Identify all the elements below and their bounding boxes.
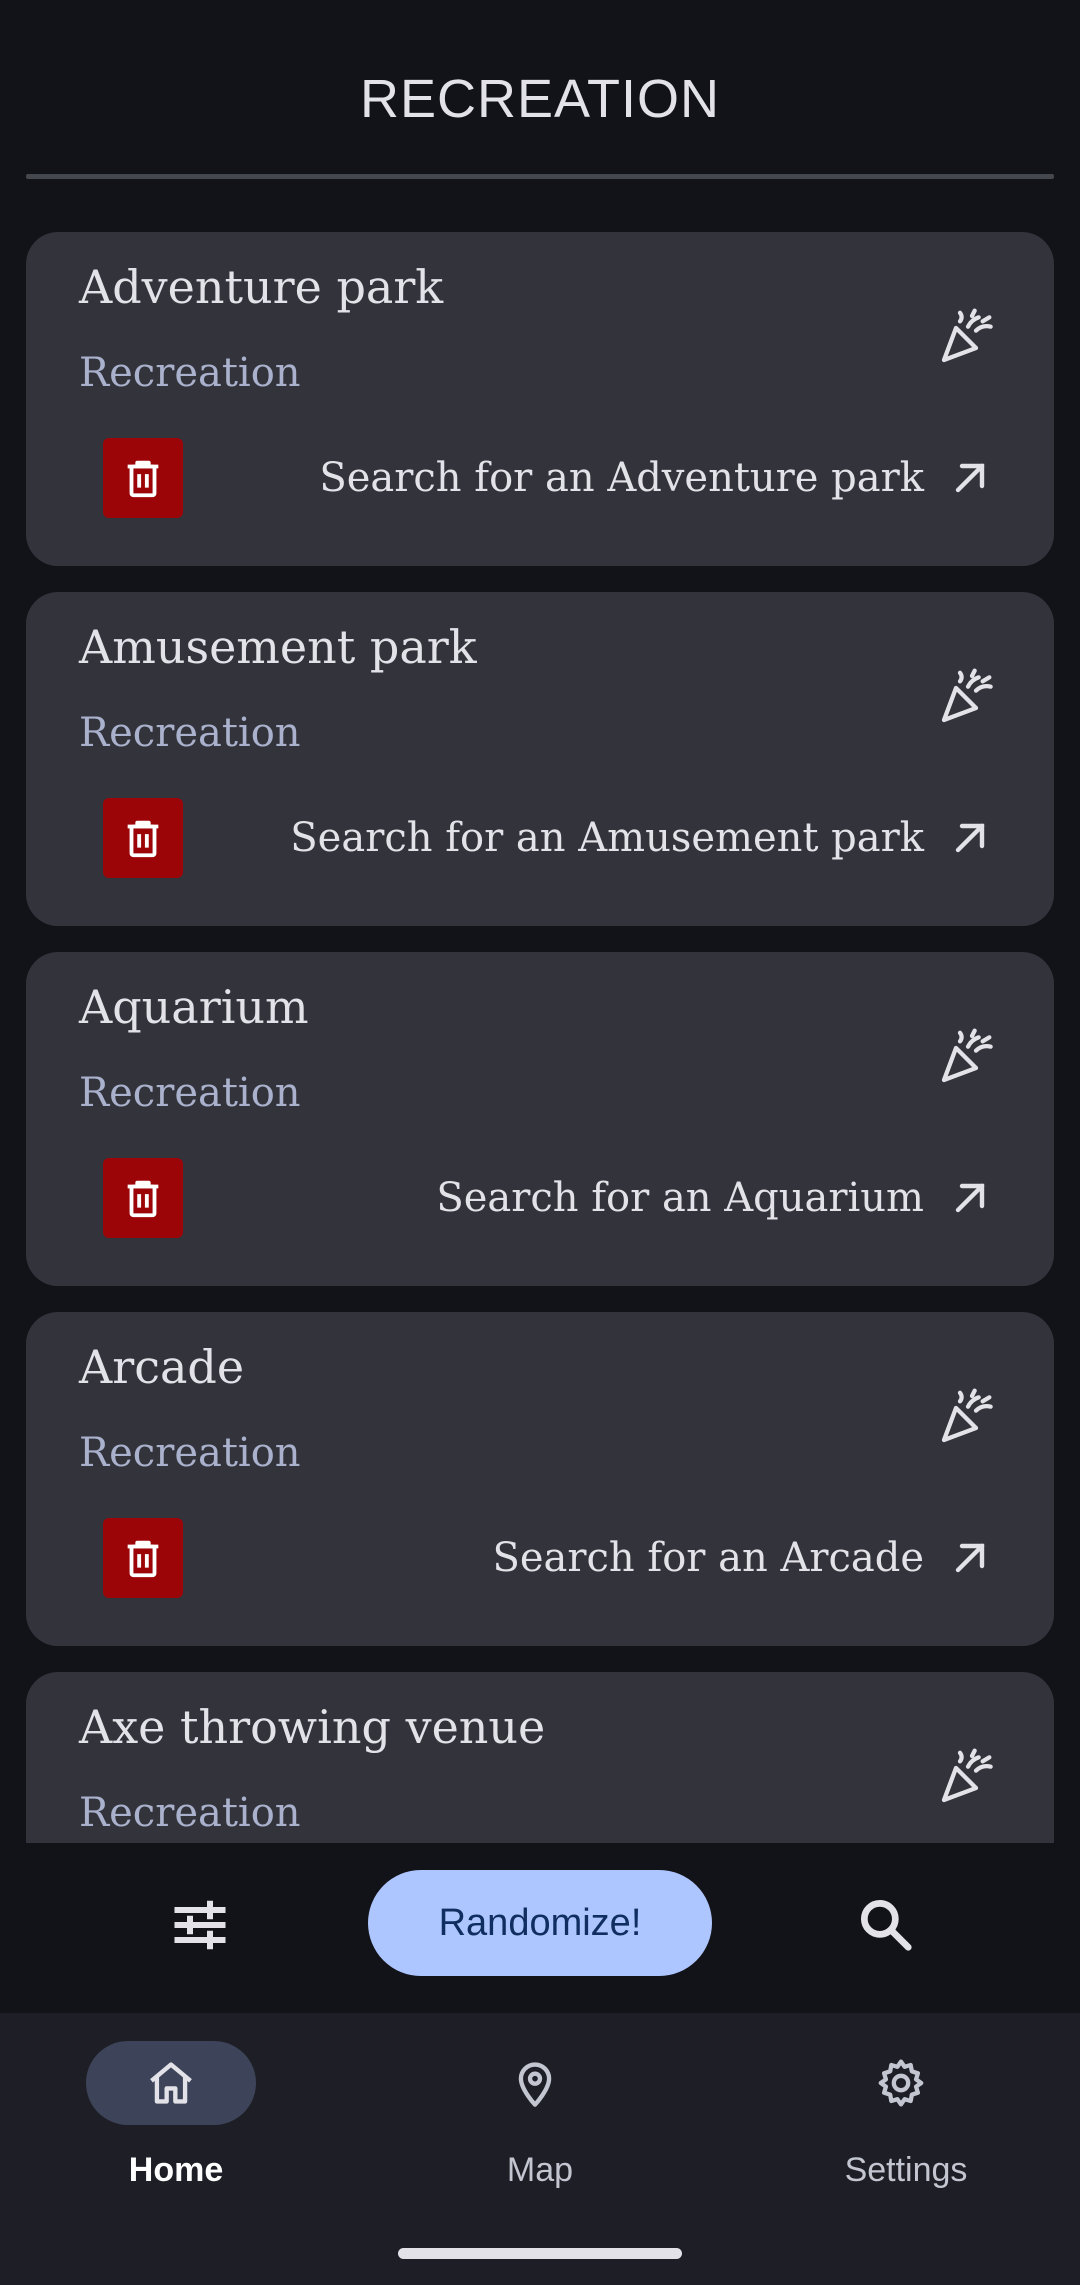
card-category: Recreation: [79, 1430, 301, 1476]
nav-label: Settings: [844, 2151, 968, 2189]
card-category: Recreation: [79, 1070, 301, 1116]
randomize-button[interactable]: Randomize!: [368, 1870, 712, 1976]
trash-icon: [127, 1180, 159, 1218]
arrow-up-right-icon: [955, 823, 985, 853]
delete-button[interactable]: [103, 1518, 183, 1598]
nav-item-map[interactable]: Map: [420, 2041, 660, 2211]
search-link-label: Search for an Arcade: [492, 1535, 924, 1581]
activity-card[interactable]: Adventure park Recreation Search for an …: [26, 232, 1054, 566]
card-category: Recreation: [79, 1790, 301, 1836]
arrow-up-right-icon: [955, 1183, 985, 1213]
card-title: Adventure park: [79, 260, 444, 314]
activity-card[interactable]: Amusement park Recreation Search for an …: [26, 592, 1054, 926]
search-link-label: Search for an Aquarium: [436, 1175, 924, 1221]
arrow-up-right-icon: [955, 1543, 985, 1573]
activity-list[interactable]: Adventure park Recreation Search for an …: [0, 182, 1080, 1843]
party-popper-icon: [941, 1748, 993, 1803]
page-title: RECREATION: [359, 69, 721, 129]
party-popper-icon: [941, 308, 993, 363]
card-title: Arcade: [79, 1340, 245, 1394]
search-link-label: Search for an Amusement park: [290, 815, 924, 861]
party-popper-icon: [941, 1388, 993, 1443]
search-link[interactable]: Search for an Aquarium: [436, 1170, 994, 1226]
nav-active-indicator: [86, 2041, 256, 2125]
party-popper-icon: [941, 1028, 993, 1083]
delete-button[interactable]: [103, 438, 183, 518]
nav-label: Home: [128, 2151, 224, 2189]
activity-card[interactable]: Aquarium Recreation Search for an Aquari…: [26, 952, 1054, 1286]
divider: [26, 174, 1054, 179]
nav-item-home[interactable]: Home: [56, 2041, 296, 2211]
search-link[interactable]: Search for an Amusement park: [290, 810, 994, 866]
trash-icon: [127, 460, 159, 498]
nav-item-settings[interactable]: Settings: [786, 2041, 1026, 2211]
gear-icon: [878, 2059, 924, 2107]
card-title: Aquarium: [79, 980, 309, 1034]
search-link-label: Search for an Adventure park: [319, 455, 924, 501]
home-icon: [150, 2062, 192, 2104]
nav-icon-container: [450, 2041, 620, 2125]
party-popper-icon: [941, 668, 993, 723]
filter-sliders-icon[interactable]: [170, 1895, 230, 1955]
card-title: Axe throwing venue: [79, 1700, 546, 1754]
activity-card[interactable]: Arcade Recreation Search for an Arcade: [26, 1312, 1054, 1646]
bottom-navigation: Home Map Settings: [0, 2013, 1080, 2285]
screen: RECREATION Adventure park Recreation Sea…: [0, 0, 1080, 2285]
activity-card[interactable]: Axe throwing venue Recreation: [26, 1672, 1054, 1843]
search-icon[interactable]: [854, 1893, 916, 1955]
nav-label: Map: [506, 2151, 574, 2189]
card-category: Recreation: [79, 350, 301, 396]
card-title: Amusement park: [79, 620, 477, 674]
map-pin-icon: [518, 2062, 552, 2107]
arrow-up-right-icon: [955, 463, 985, 493]
nav-icon-container: [816, 2041, 986, 2125]
delete-button[interactable]: [103, 1158, 183, 1238]
trash-icon: [127, 820, 159, 858]
header: RECREATION: [0, 0, 1080, 182]
search-link[interactable]: Search for an Adventure park: [319, 450, 994, 506]
gesture-home-indicator[interactable]: [398, 2248, 682, 2259]
trash-icon: [127, 1540, 159, 1578]
search-link[interactable]: Search for an Arcade: [492, 1530, 994, 1586]
delete-button[interactable]: [103, 798, 183, 878]
action-bar: Randomize!: [0, 1843, 1080, 2013]
card-category: Recreation: [79, 710, 301, 756]
